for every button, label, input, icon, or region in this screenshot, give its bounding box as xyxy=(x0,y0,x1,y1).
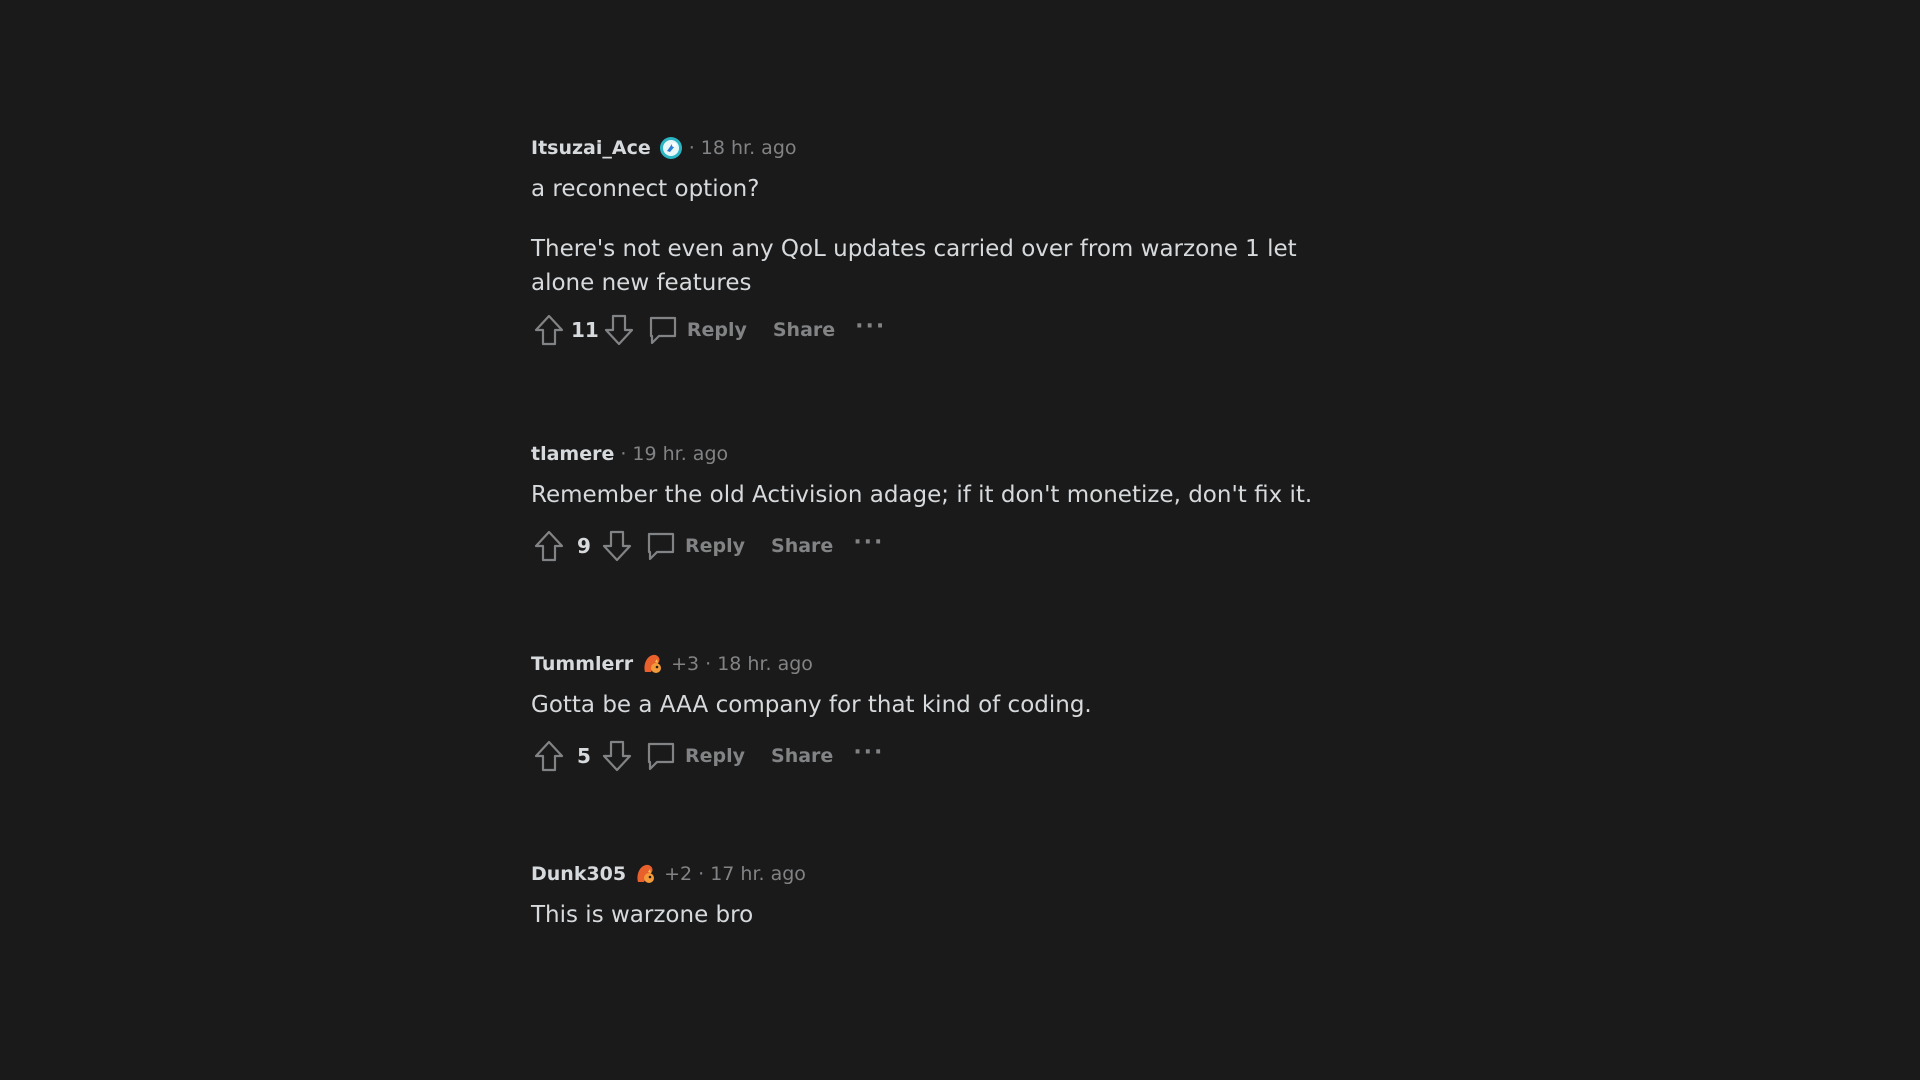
comment-paragraph: Gotta be a AAA company for that kind of … xyxy=(531,692,1092,718)
reply-button[interactable]: Reply xyxy=(685,745,745,767)
meta-separator: · xyxy=(705,653,712,675)
meta-separator: · xyxy=(688,137,695,159)
comment: Tummlerr +3 · 18 hr. ago Gotta be a AAA … xyxy=(531,650,1331,776)
comment-meta: Dunk305 +2 · 17 hr. ago xyxy=(531,860,1331,888)
comment: Dunk305 +2 · 17 hr. ago This is warzone … xyxy=(531,860,1331,932)
comment-timestamp[interactable]: 17 hr. ago xyxy=(710,863,806,885)
comment-meta: Tummlerr +3 · 18 hr. ago xyxy=(531,650,1331,678)
comment-timestamp[interactable]: 19 hr. ago xyxy=(632,443,728,465)
upvote-icon[interactable] xyxy=(531,312,567,348)
comment-meta: Itsuzai_Ace · 18 hr. ago xyxy=(531,134,1331,162)
more-options-button[interactable]: ··· xyxy=(853,530,884,555)
comment-actions: 5 Reply Share ··· xyxy=(531,736,1331,776)
vote-score: 11 xyxy=(571,318,599,342)
comment-actions: 9 Reply Share ··· xyxy=(531,526,1331,566)
comment: Itsuzai_Ace · 18 hr. ago a reconnect opt… xyxy=(531,134,1331,350)
meta-separator: · xyxy=(698,863,705,885)
meta-separator: · xyxy=(620,443,627,465)
comment-body: This is warzone bro xyxy=(531,898,1331,932)
downvote-icon[interactable] xyxy=(601,312,637,348)
reply-button[interactable]: Reply xyxy=(687,319,747,341)
more-options-button[interactable]: ··· xyxy=(853,740,884,765)
comment-paragraph: This is warzone bro xyxy=(531,902,754,928)
comment-body: a reconnect option? There's not even any… xyxy=(531,172,1331,300)
downvote-icon[interactable] xyxy=(599,738,635,774)
comment: tlamere · 19 hr. ago Remember the old Ac… xyxy=(531,440,1331,566)
comment-paragraph: Remember the old Activision adage; if it… xyxy=(531,482,1313,508)
comment-paragraph: a reconnect option? xyxy=(531,176,760,202)
comment-meta: tlamere · 19 hr. ago xyxy=(531,440,1331,468)
award-count: +3 xyxy=(671,653,700,675)
share-button[interactable]: Share xyxy=(771,745,833,767)
comment-body: Remember the old Activision adage; if it… xyxy=(531,478,1331,512)
comment-bubble-icon[interactable] xyxy=(645,312,681,348)
comment-body: Gotta be a AAA company for that kind of … xyxy=(531,688,1331,722)
downvote-icon[interactable] xyxy=(599,528,635,564)
comment-paragraph: There's not even any QoL updates carried… xyxy=(531,236,1297,296)
upvote-icon[interactable] xyxy=(531,738,567,774)
blue-orb-icon xyxy=(659,136,683,160)
squirrel-icon xyxy=(634,862,658,886)
vote-score: 5 xyxy=(577,744,591,768)
comment-author[interactable]: tlamere xyxy=(531,443,614,465)
award-count: +2 xyxy=(664,863,693,885)
comment-timestamp[interactable]: 18 hr. ago xyxy=(701,137,797,159)
comment-author[interactable]: Dunk305 xyxy=(531,863,626,885)
upvote-icon[interactable] xyxy=(531,528,567,564)
reply-button[interactable]: Reply xyxy=(685,535,745,557)
comment-actions: 11 Reply Share ··· xyxy=(531,310,1331,350)
comment-author[interactable]: Tummlerr xyxy=(531,653,633,675)
comment-timestamp[interactable]: 18 hr. ago xyxy=(717,653,813,675)
comment-author[interactable]: Itsuzai_Ace xyxy=(531,137,651,159)
share-button[interactable]: Share xyxy=(773,319,835,341)
more-options-button[interactable]: ··· xyxy=(855,314,886,339)
comment-bubble-icon[interactable] xyxy=(643,528,679,564)
share-button[interactable]: Share xyxy=(771,535,833,557)
vote-score: 9 xyxy=(577,534,591,558)
comment-bubble-icon[interactable] xyxy=(643,738,679,774)
squirrel-icon xyxy=(641,652,665,676)
